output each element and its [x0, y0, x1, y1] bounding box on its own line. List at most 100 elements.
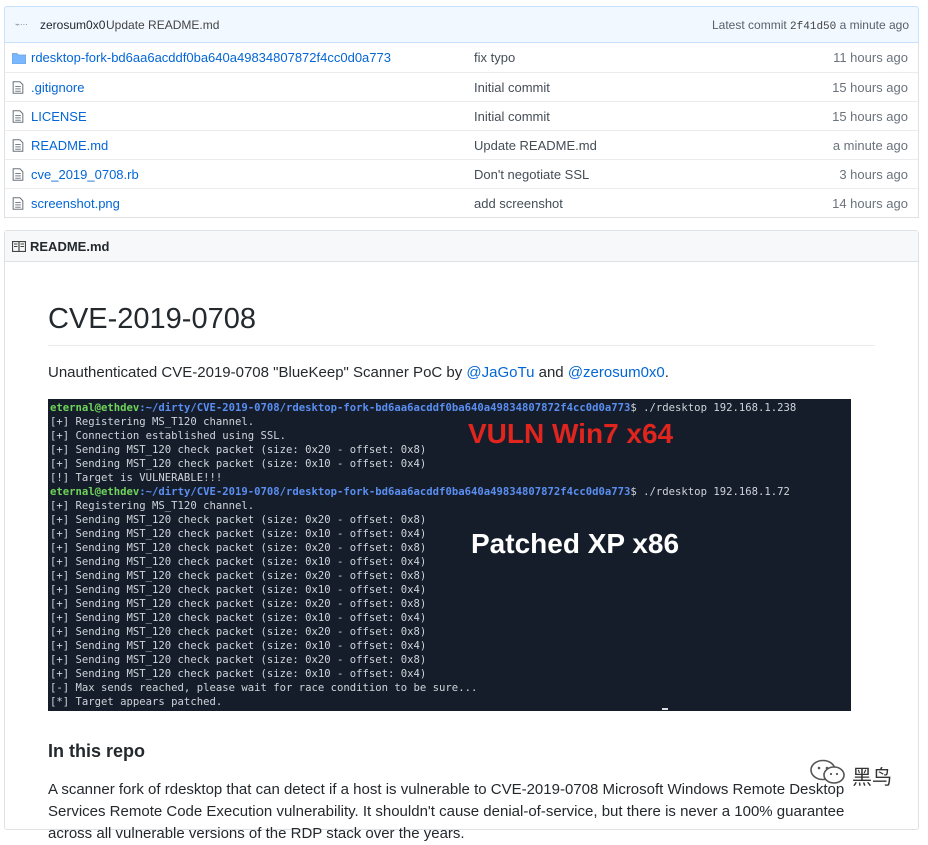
terminal-output-line: [+] Sending MST_120 check packet (size: … — [50, 625, 426, 639]
folder-icon — [12, 53, 26, 64]
output-text: [+] Sending MST_120 check packet (size: … — [50, 626, 427, 638]
file-icon — [12, 110, 24, 123]
author-link-zerosum[interactable]: @zerosum0x0 — [568, 364, 665, 381]
file-name-link[interactable]: cve_2019_0708.rb — [31, 167, 139, 182]
output-text: [+] Sending MST_120 check packet (size: … — [50, 458, 427, 470]
file-age: a minute ago — [832, 138, 908, 153]
prompt-command: $ ./rdesktop 192.168.1.72 — [630, 486, 790, 498]
file-commit-message[interactable]: add screenshot — [474, 196, 563, 211]
file-name-link[interactable]: README.md — [31, 138, 108, 153]
terminal-cursor — [662, 708, 668, 710]
file-row[interactable]: screenshot.png add screenshot 14 hours ago — [5, 188, 918, 217]
output-text: [+] Connection established using SSL. — [50, 430, 286, 442]
output-text: [+] Sending MST_120 check packet (size: … — [50, 444, 427, 456]
intro-prefix: Unauthenticated CVE-2019-0708 "BlueKeep"… — [48, 364, 467, 381]
prompt-path: :~/dirty/CVE-2019-0708/rdesktop-fork-bd6… — [139, 402, 631, 414]
terminal-output-line: [+] Sending MST_120 check packet (size: … — [50, 583, 426, 597]
file-row[interactable]: .gitignore Initial commit 15 hours ago — [5, 72, 918, 101]
file-commit-message[interactable]: fix typo — [474, 50, 515, 65]
latest-commit-label: Latest commit — [712, 18, 787, 32]
terminal-output-line: [!] Target is VULNERABLE!!! — [50, 471, 222, 485]
terminal-prompt-line: eternal@ethdev:~/dirty/CVE-2019-0708/rde… — [50, 485, 790, 499]
terminal-output-line: [+] Sending MST_120 check packet (size: … — [50, 513, 426, 527]
readme-title: CVE-2019-0708 — [48, 303, 256, 335]
output-text: [+] Sending MST_120 check packet (size: … — [50, 514, 427, 526]
file-commit-message[interactable]: Don't negotiate SSL — [474, 167, 589, 182]
prompt-user: eternal@ethdev — [50, 486, 140, 498]
intro-and: and — [534, 364, 568, 381]
file-age: 15 hours ago — [832, 80, 908, 95]
latest-commit-info: Latest commit 2f41d50 a minute ago — [712, 18, 909, 33]
terminal-output-line: [+] Sending MST_120 check packet (size: … — [50, 639, 426, 653]
file-commit-message[interactable]: Update README.md — [474, 138, 597, 153]
output-text: [+] Sending MST_120 check packet (size: … — [50, 668, 427, 680]
latest-commit-bar: ⌁⋯ zerosum0x0 Update README.md Latest co… — [4, 6, 919, 43]
file-icon — [12, 197, 24, 210]
prompt-path: :~/dirty/CVE-2019-0708/rdesktop-fork-bd6… — [139, 486, 631, 498]
patched-label: Patched XP x86 — [471, 528, 680, 559]
terminal-output-line: [+] Connection established using SSL. — [50, 429, 286, 443]
output-text: [!] Target is VULNERABLE!!! — [50, 472, 223, 484]
output-text: [+] Registering MS_T120 channel. — [50, 500, 255, 512]
output-text: [+] Sending MST_120 check packet (size: … — [50, 640, 427, 652]
file-commit-message[interactable]: Initial commit — [474, 80, 550, 95]
section-heading: In this repo — [48, 741, 146, 761]
file-age: 3 hours ago — [839, 167, 908, 182]
terminal-output-line: [+] Sending MST_120 check packet (size: … — [50, 667, 426, 681]
terminal-output-line: [-] Max sends reached, please wait for r… — [50, 681, 477, 695]
terminal-output-line: [+] Registering MS_T120 channel. — [50, 415, 254, 429]
file-age: 14 hours ago — [832, 196, 908, 211]
output-text: [+] Sending MST_120 check packet (size: … — [50, 542, 427, 554]
output-text: [+] Sending MST_120 check packet (size: … — [50, 556, 427, 568]
wechat-icon — [810, 759, 845, 784]
file-icon — [12, 168, 24, 181]
output-text: [-] Max sends reached, please wait for r… — [50, 682, 478, 694]
file-row[interactable]: cve_2019_0708.rb Don't negotiate SSL 3 hou… — [5, 159, 918, 188]
watermark: 黑鸟 — [808, 758, 904, 789]
commit-author[interactable]: zerosum0x0 — [40, 18, 105, 32]
output-text: [+] Sending MST_120 check packet (size: … — [50, 654, 427, 666]
terminal-output-line: [+] Sending MST_120 check packet (size: … — [50, 653, 426, 667]
prompt-command: $ ./rdesktop 192.168.1.238 — [630, 402, 797, 414]
terminal-output-line: [+] Sending MST_120 check packet (size: … — [50, 555, 426, 569]
avatar[interactable]: ⌁⋯ — [15, 18, 31, 32]
commit-sha[interactable]: 2f41d50 — [790, 21, 836, 33]
output-text: [+] Sending MST_120 check packet (size: … — [50, 612, 427, 624]
file-commit-message[interactable]: Initial commit — [474, 109, 550, 124]
file-icon — [12, 81, 24, 94]
prompt-user: eternal@ethdev — [50, 402, 140, 414]
file-row[interactable]: LICENSE Initial commit 15 hours ago — [5, 101, 918, 130]
terminal-output-line: [+] Sending MST_120 check packet (size: … — [50, 597, 426, 611]
book-icon — [12, 241, 26, 252]
terminal-output-line: [+] Registering MS_T120 channel. — [50, 499, 254, 513]
file-row[interactable]: README.md Update README.md a minute ago — [5, 130, 918, 159]
file-age: 11 hours ago — [833, 50, 908, 65]
title-divider — [48, 345, 875, 346]
file-age: 15 hours ago — [832, 109, 908, 124]
terminal-screenshot: VULN Win7 x64 Patched XP x86 eternal@eth… — [48, 399, 851, 711]
readme-intro: Unauthenticated CVE-2019-0708 "BlueKeep"… — [48, 364, 669, 381]
file-name-link[interactable]: screenshot.png — [31, 196, 120, 211]
file-name-link[interactable]: .gitignore — [31, 80, 84, 95]
output-text: [+] Sending MST_120 check packet (size: … — [50, 598, 427, 610]
output-text: [+] Sending MST_120 check packet (size: … — [50, 584, 427, 596]
commit-message[interactable]: Update README.md — [106, 18, 219, 32]
file-icon — [12, 139, 24, 152]
output-text: [+] Sending MST_120 check packet (size: … — [50, 570, 427, 582]
readme-header-title: README.md — [30, 239, 110, 254]
author-link-jagotu[interactable]: @JaGoTu — [466, 364, 534, 381]
file-row[interactable]: rdesktop-fork-bd6aa6acddf0ba640a49834807… — [5, 43, 918, 72]
file-name-link[interactable]: LICENSE — [31, 109, 87, 124]
readme-panel: README.md CVE-2019-0708 Unauthenticated … — [4, 230, 919, 842]
output-text: [+] Registering MS_T120 channel. — [50, 416, 255, 428]
terminal-output-line: [*] Target appears patched. — [50, 695, 222, 709]
commit-age: a minute ago — [839, 18, 909, 32]
intro-suffix: . — [664, 364, 669, 381]
terminal-output-line: [+] Sending MST_120 check packet (size: … — [50, 527, 426, 541]
watermark-text: 黑鸟 — [852, 765, 892, 789]
vuln-label: VULN Win7 x64 — [468, 418, 674, 449]
file-name-link[interactable]: rdesktop-fork-bd6aa6acddf0ba640a49834807… — [31, 50, 391, 65]
output-text: [+] Sending MST_120 check packet (size: … — [50, 528, 427, 540]
readme-paragraph: A scanner fork of rdesktop that can dete… — [48, 781, 845, 842]
terminal-output-line: [+] Sending MST_120 check packet (size: … — [50, 569, 426, 583]
